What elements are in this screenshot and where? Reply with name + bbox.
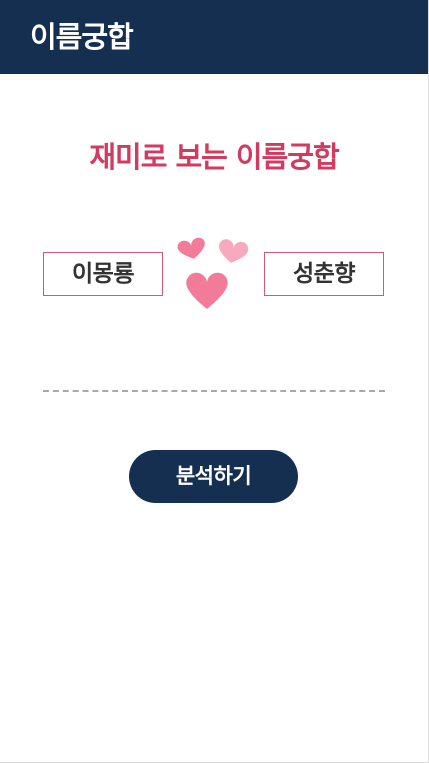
- analyze-button[interactable]: 분석하기: [129, 450, 298, 503]
- hearts-icon: [172, 232, 256, 314]
- app-header: 이름궁합: [0, 0, 428, 74]
- app-window: 이름궁합 재미로 보는 이름궁합 이몽룡 성춘향 분석하기: [0, 0, 429, 763]
- page-subtitle: 재미로 보는 이름궁합: [89, 140, 339, 174]
- name-input-right[interactable]: 성춘향: [264, 252, 384, 296]
- name-input-left[interactable]: 이몽룡: [43, 252, 163, 296]
- app-title: 이름궁합: [30, 20, 134, 54]
- dashed-divider: [43, 390, 385, 392]
